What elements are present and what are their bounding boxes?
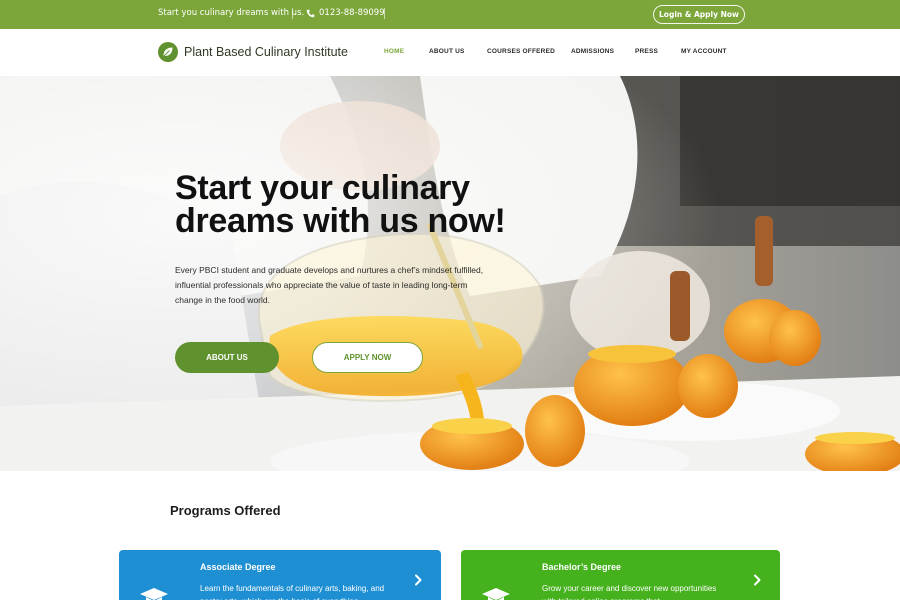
login-apply-button[interactable]: Login & Apply Now [653, 5, 745, 24]
brand-name: Plant Based Culinary Institute [184, 45, 348, 59]
card-title: Associate Degree [200, 562, 276, 572]
chevron-right-icon[interactable] [752, 574, 762, 586]
nav-about-us[interactable]: ABOUT US [429, 48, 465, 55]
card-description: Learn the fundamentals of culinary arts,… [200, 584, 385, 600]
hero-heading: Start your culinary dreams with us now! [175, 169, 506, 240]
about-us-button[interactable]: ABOUT US [175, 342, 279, 373]
nav-press[interactable]: PRESS [635, 48, 658, 55]
phone-number[interactable]: 0123-88-89099 [306, 8, 385, 18]
graduation-cap-icon [482, 588, 510, 600]
nav-my-account[interactable]: MY ACCOUNT [681, 48, 727, 55]
site-logo[interactable]: Plant Based Culinary Institute [158, 42, 348, 62]
phone-text: 0123-88-89099 [319, 8, 385, 18]
hero-section: Start your culinary dreams with us now! … [0, 76, 900, 471]
nav-courses-offered[interactable]: COURSES OFFERED [487, 48, 555, 55]
card-description: Grow your career and discover new opport… [542, 584, 717, 600]
divider [292, 8, 293, 19]
top-tagline: Start you culinary dreams with us. [158, 8, 305, 18]
associate-degree-card[interactable]: Associate Degree Learn the fundamentals … [119, 550, 441, 600]
apply-now-button[interactable]: APPLY NOW [312, 342, 423, 373]
card-title: Bachelor’s Degree [542, 562, 622, 572]
main-nav: Plant Based Culinary Institute HOME ABOU… [0, 29, 900, 76]
nav-admissions[interactable]: ADMISSIONS [571, 48, 614, 55]
leaf-logo-icon [158, 42, 178, 62]
top-bar: Start you culinary dreams with us. 0123-… [0, 0, 900, 29]
phone-icon [306, 9, 315, 17]
hero-description: Every PBCI student and graduate develops… [175, 265, 484, 305]
graduation-cap-icon [140, 588, 168, 600]
chevron-right-icon[interactable] [413, 574, 423, 586]
programs-heading: Programs Offered [170, 503, 281, 518]
divider [384, 8, 385, 19]
bachelors-degree-card[interactable]: Bachelor’s Degree Grow your career and d… [461, 550, 780, 600]
nav-home[interactable]: HOME [384, 48, 404, 55]
